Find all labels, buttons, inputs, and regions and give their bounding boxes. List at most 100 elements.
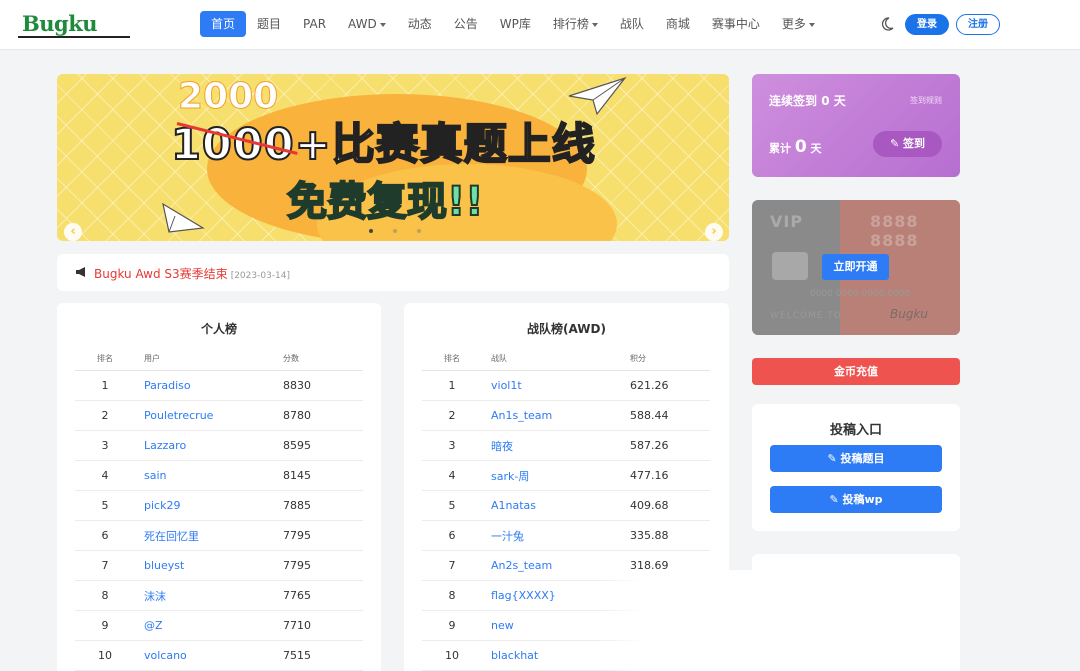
score-cell: 587.26 — [630, 439, 669, 452]
coin-recharge-button[interactable]: 金币充值 — [752, 358, 960, 385]
notice-link[interactable]: Bugku Awd S3赛季结束 [2023-03-14] — [94, 265, 290, 282]
notice-bar: Bugku Awd S3赛季结束 [2023-03-14] — [57, 254, 729, 291]
score-cell: 8145 — [283, 469, 311, 482]
name-link[interactable]: sain — [135, 469, 283, 482]
name-link[interactable]: blueyst — [135, 559, 283, 572]
nav-item-1[interactable]: 题目 — [246, 11, 292, 37]
main-nav: 首页 题目 PAR AWD 动态 公告 WP库 排行榜 战队 商城 赛事中心 更多 — [200, 11, 826, 37]
nav-item-9[interactable]: 商城 — [655, 11, 701, 37]
name-link[interactable]: A1natas — [482, 499, 630, 512]
rank-cell: 3 — [448, 439, 456, 452]
personal-ranking-title: 个人榜 — [200, 322, 237, 336]
table-row: 3 Lazzaro 8595 — [75, 431, 363, 461]
table-header: 排名 战队 积分 — [422, 347, 710, 371]
nav-item-2[interactable]: PAR — [292, 11, 337, 37]
empty-card — [752, 554, 960, 671]
nav-item-10[interactable]: 赛事中心 — [701, 11, 771, 37]
rank-cell: 6 — [448, 529, 456, 542]
rank-cell: 4 — [101, 469, 109, 482]
submit-wp-button[interactable]: ✎ 投稿wp — [770, 486, 942, 513]
vip-card: VIP 8888 8888 0000 0000 0000 0000 WELCOM… — [752, 200, 960, 335]
table-row: 4 sark-周 477.16 — [422, 461, 710, 491]
rank-cell: 9 — [448, 619, 456, 632]
nav-item-0[interactable]: 首页 — [200, 11, 247, 37]
nav-item-4[interactable]: 动态 — [397, 11, 443, 37]
banner-prev-arrow[interactable]: ‹ — [64, 223, 82, 241]
vip-open-button[interactable]: 立即开通 — [822, 254, 889, 280]
score-cell: 8830 — [283, 379, 311, 392]
vip-title: VIP — [770, 212, 804, 231]
caret-down-icon — [591, 22, 598, 27]
paper-plane-icon-small — [162, 202, 205, 233]
banner-dot[interactable] — [417, 229, 421, 233]
name-link[interactable]: 暗夜 — [482, 438, 630, 454]
nav-item-11[interactable]: 更多 — [771, 11, 826, 37]
bugku-logo[interactable]: Bugku... — [18, 8, 412, 265]
login-button[interactable]: 登录 — [905, 14, 949, 35]
name-link[interactable]: 沫沫 — [135, 588, 283, 604]
table-row: 4 sain 8145 — [75, 461, 363, 491]
name-link[interactable]: 死在回忆里 — [135, 528, 283, 544]
table-row: 5 pick29 7885 — [75, 491, 363, 521]
personal-ranking-table: 排名 用户 分数 1 Paradiso 8830 2 Pouletrecrue 8780 3 Laz… — [75, 347, 363, 671]
table-row: 3 暗夜 587.26 — [422, 431, 710, 461]
top-navbar: Bugku... 首页 题目 PAR AWD 动态 公告 WP库 排行榜 战队 商城 赛事中心 更多 … — [0, 0, 1080, 265]
rank-cell: 1 — [448, 379, 456, 392]
score-cell: 7795 — [283, 529, 311, 542]
score-cell: 409.68 — [630, 499, 669, 512]
banner-headline: 1000+比赛真题上线 — [170, 119, 596, 171]
banner-dot[interactable] — [393, 229, 397, 233]
rank-cell: 7 — [448, 559, 456, 572]
caret-down-icon — [808, 22, 815, 27]
score-cell: 7765 — [283, 589, 311, 602]
rank-cell: 2 — [448, 409, 456, 422]
fade-overlay — [596, 570, 756, 671]
pencil-icon: ✎ — [829, 493, 839, 506]
table-row: 1 viol1t 621.26 — [422, 371, 710, 401]
register-button[interactable]: 注册 — [956, 14, 1000, 35]
column-header: 用户 — [144, 354, 160, 363]
name-link[interactable]: Paradiso — [135, 379, 283, 392]
sign-rules-link[interactable]: 签到规则 — [910, 95, 942, 106]
banner-dot[interactable] — [369, 229, 373, 233]
name-link[interactable]: Lazzaro — [135, 439, 283, 452]
name-link[interactable]: volcano — [135, 649, 283, 662]
rank-cell: 2 — [101, 409, 109, 422]
caret-down-icon — [379, 22, 386, 27]
submit-challenge-button[interactable]: ✎ 投稿题目 — [770, 445, 942, 472]
moon-icon[interactable] — [879, 16, 895, 32]
nav-item-3[interactable]: AWD — [337, 11, 397, 37]
banner-next-arrow[interactable]: › — [705, 223, 723, 241]
contribution-title: 投稿入口 — [829, 423, 882, 438]
score-cell: 7515 — [283, 649, 311, 662]
promo-banner[interactable]: 2000 1000+比赛真题上线 免费复现!! ‹ › — [57, 74, 729, 241]
name-link[interactable]: 一汁兔 — [482, 528, 630, 544]
nav-item-6[interactable]: WP库 — [489, 11, 542, 37]
table-row: 10 volcano 7515 — [75, 641, 363, 671]
sign-in-button[interactable]: ✎ 签到 — [873, 131, 942, 157]
banner-indicators — [369, 229, 421, 233]
table-row: 8 沫沫 7765 — [75, 581, 363, 611]
name-link[interactable]: pick29 — [135, 499, 283, 512]
personal-ranking-card: 个人榜 排名 用户 分数 1 Paradiso 8830 2 Pouletrecrue 8780… — [57, 303, 381, 671]
name-link[interactable]: sark-周 — [482, 468, 630, 484]
name-link[interactable]: An1s_team — [482, 409, 630, 422]
score-cell: 335.88 — [630, 529, 669, 542]
pencil-icon: ✎ — [827, 452, 837, 465]
name-link[interactable]: Pouletrecrue — [135, 409, 283, 422]
name-link[interactable]: viol1t — [482, 379, 630, 392]
rank-cell: 9 — [101, 619, 109, 632]
column-header: 排名 — [97, 354, 113, 363]
nav-item-7[interactable]: 排行榜 — [542, 11, 609, 37]
nav-item-8[interactable]: 战队 — [609, 11, 655, 37]
table-row: 7 blueyst 7795 — [75, 551, 363, 581]
megaphone-icon — [76, 267, 85, 277]
rank-cell: 6 — [101, 529, 109, 542]
rank-cell: 10 — [445, 649, 459, 662]
name-link[interactable]: @Z — [135, 619, 283, 632]
table-header: 排名 用户 分数 — [75, 347, 363, 371]
rank-cell: 1 — [101, 379, 109, 392]
vip-signature: Bugku — [890, 307, 929, 321]
nav-item-5[interactable]: 公告 — [443, 11, 489, 37]
rank-cell: 8 — [101, 589, 109, 602]
